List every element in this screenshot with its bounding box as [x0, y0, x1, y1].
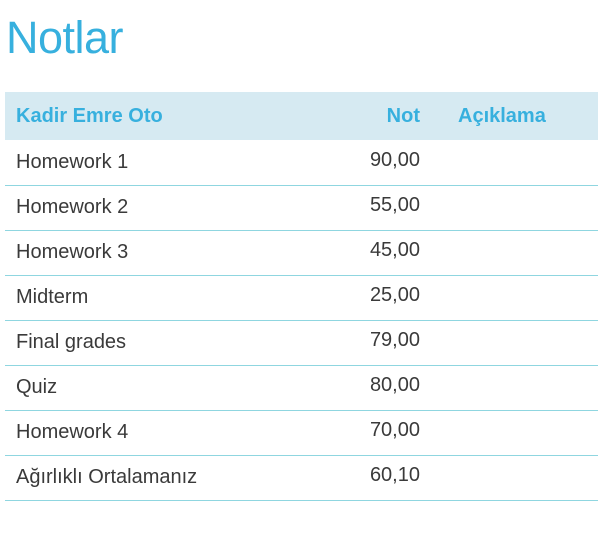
table-row: Homework 3 45,00 — [5, 230, 598, 275]
grade-note — [420, 140, 598, 185]
grade-note — [420, 230, 598, 275]
grade-note — [420, 185, 598, 230]
grade-item-name: Midterm — [16, 286, 89, 308]
table-body: Homework 1 90,00 Homework 2 55,00 Homewo… — [5, 140, 598, 500]
table-row: Quiz 80,00 — [5, 365, 598, 410]
grades-table: Kadir Emre Oto Not Açıklama Homework 1 9… — [5, 92, 598, 501]
table-row: Homework 2 55,00 — [5, 185, 598, 230]
weighted-average-label: Ağırlıklı Ortalamanız — [16, 466, 198, 488]
table-header-row: Kadir Emre Oto Not Açıklama — [5, 92, 598, 140]
grade-note — [420, 410, 598, 455]
grade-note — [420, 455, 598, 500]
table-row: Final grades 79,00 — [5, 320, 598, 365]
weighted-average-value: 60,10 — [369, 464, 420, 486]
table-row: Midterm 25,00 — [5, 275, 598, 320]
grade-value: 70,00 — [369, 419, 420, 441]
table-header: Kadir Emre Oto Not Açıklama — [5, 92, 598, 140]
grade-value: 25,00 — [369, 284, 420, 306]
note-column-header: Açıklama — [458, 104, 546, 127]
grade-note — [420, 320, 598, 365]
grade-item-name: Homework 4 — [16, 421, 129, 443]
grade-note — [420, 275, 598, 320]
grade-value: 80,00 — [369, 374, 420, 396]
grade-value: 79,00 — [369, 329, 420, 351]
grade-column-header: Not — [386, 104, 420, 127]
grade-item-name: Homework 2 — [16, 196, 129, 218]
grade-value: 55,00 — [369, 194, 420, 216]
student-name-header: Kadir Emre Oto — [16, 104, 163, 127]
grade-value: 90,00 — [369, 148, 420, 171]
grade-item-name: Final grades — [16, 331, 127, 353]
grade-value: 45,00 — [369, 239, 420, 261]
page-title: Notlar — [6, 12, 124, 63]
table-row: Homework 4 70,00 — [5, 410, 598, 455]
grade-item-name: Homework 3 — [16, 241, 129, 263]
grades-page: Notlar Kadir Emre Oto Not Açıklama Homew… — [0, 0, 598, 548]
grade-note — [420, 365, 598, 410]
grade-item-name: Homework 1 — [16, 150, 129, 173]
table-row: Homework 1 90,00 — [5, 140, 598, 185]
table-row-weighted-average: Ağırlıklı Ortalamanız 60,10 — [5, 455, 598, 500]
grade-item-name: Quiz — [16, 376, 58, 398]
